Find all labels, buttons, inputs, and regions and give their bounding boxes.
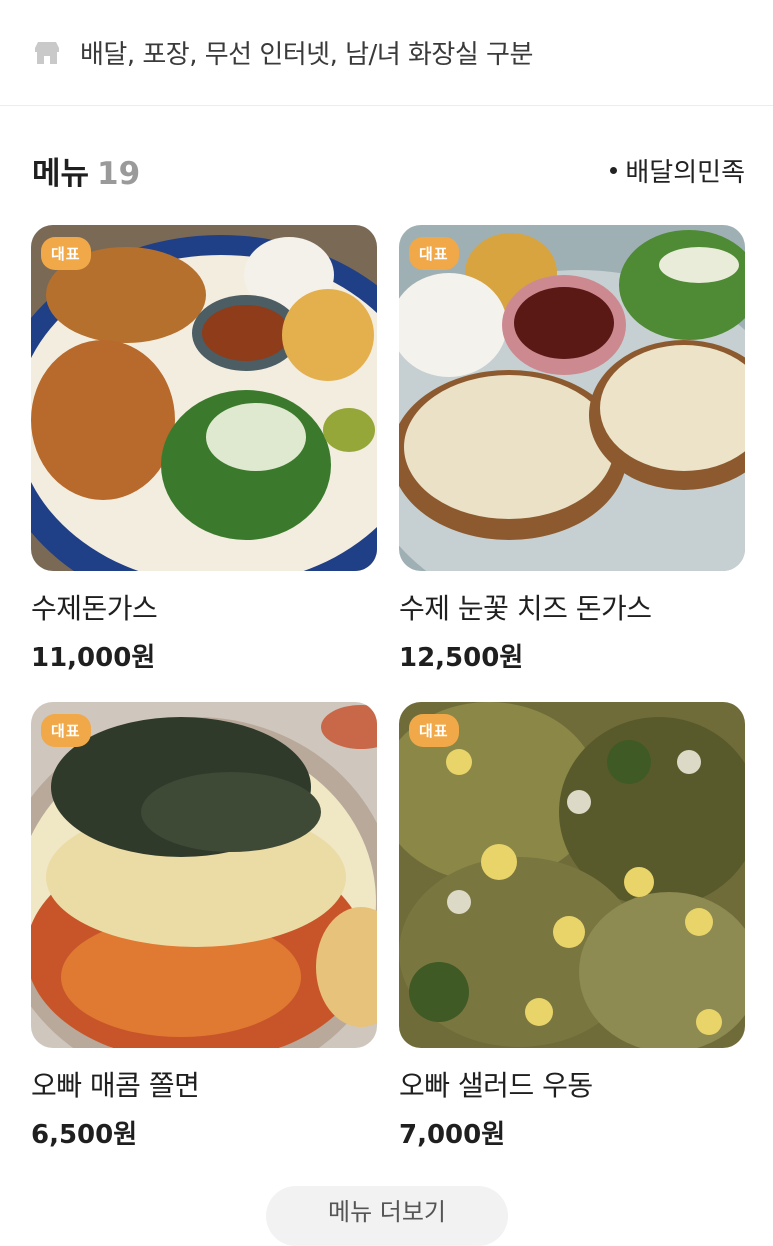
menu-item-card[interactable]: 대표 수제 눈꽃 치즈 돈가스 12,500원 [399,225,745,674]
menu-item-price: 11,000원 [31,643,156,673]
menu-item-photo[interactable]: 대표 [31,225,377,571]
menu-item-price: 12,500원 [399,643,524,673]
menu-item-price: 6,500원 [31,1120,138,1150]
menu-item-name: 오빠 샐러드 우동 [399,1069,593,1102]
bullet-icon [610,166,618,174]
menu-item-price: 7,000원 [399,1120,506,1150]
menu-title-group: 메뉴 19 [32,148,140,193]
representative-badge: 대표 [41,714,91,747]
menu-item-card[interactable]: 대표 오빠 샐러드 우동 7,000원 [399,702,745,1151]
representative-badge: 대표 [409,714,459,747]
menu-more-button[interactable]: 메뉴 더보기 [266,1186,508,1246]
menu-item-photo[interactable]: 대표 [399,225,745,571]
amenities-text: 배달, 포장, 무선 인터넷, 남/녀 화장실 구분 [80,40,533,70]
store-icon [35,41,59,64]
representative-badge: 대표 [409,237,459,270]
menu-item-card[interactable]: 대표 오빠 매콤 쫄면 6,500원 [31,702,377,1151]
menu-item-name: 수제 눈꽃 치즈 돈가스 [399,592,652,625]
menu-source[interactable]: 배달의민족 [610,152,745,189]
menu-item-name: 수제돈가스 [31,592,158,625]
menu-item-name: 오빠 매콤 쫄면 [31,1069,200,1102]
menu-item-photo[interactable]: 대표 [399,702,745,1048]
menu-item-photo[interactable]: 대표 [31,702,377,1048]
menu-item-card[interactable]: 대표 수제돈가스 11,000원 [31,225,377,674]
representative-badge: 대표 [41,237,91,270]
menu-source-label: 배달의민족 [625,157,745,188]
menu-count: 19 [97,155,141,192]
menu-header: 메뉴 19 배달의민족 [32,146,745,194]
amenities-bar: 배달, 포장, 무선 인터넷, 남/녀 화장실 구분 [0,0,773,106]
menu-title: 메뉴 [32,155,90,192]
